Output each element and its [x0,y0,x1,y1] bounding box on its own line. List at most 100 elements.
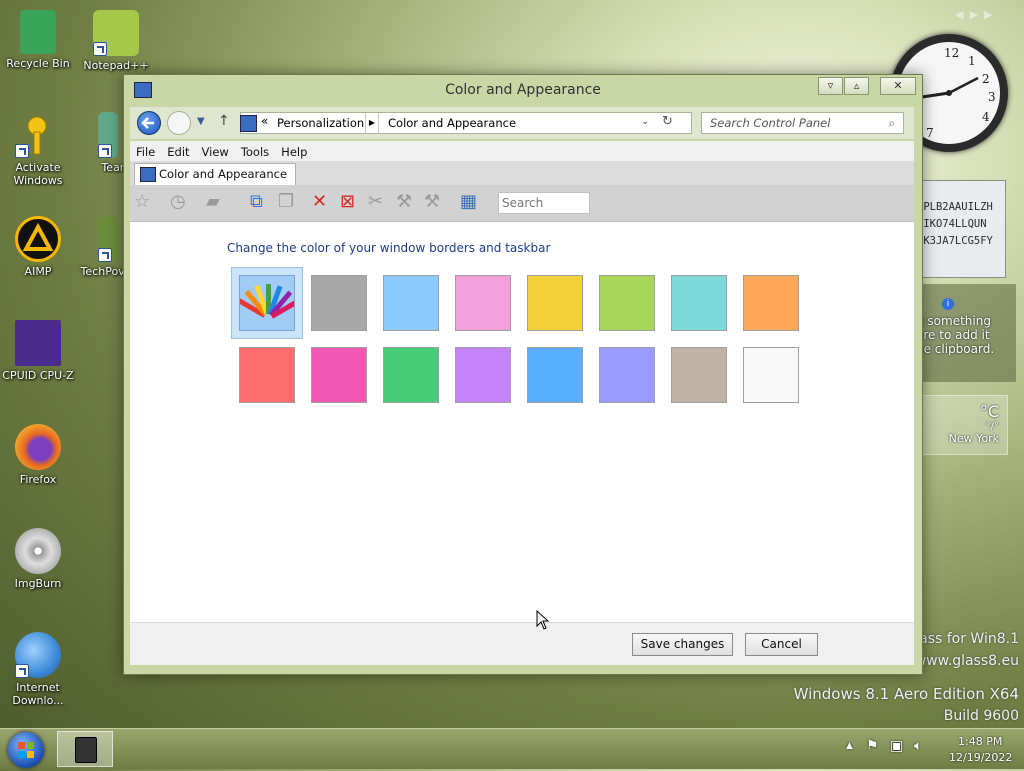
gadget-pager: ◀▶▶ [955,8,998,21]
dialog-footer: Save changes Cancel [130,622,914,665]
clipboard-hint-line: ere to add it [916,328,990,342]
desktop-icon-label: Recycle Bin [6,57,70,70]
color-swatch[interactable] [455,347,511,403]
title-bar[interactable]: Color and Appearance ▿ ▵ ✕ [124,75,922,105]
color-swatch[interactable] [671,275,727,331]
tool-icon[interactable]: ⚒ [424,193,440,211]
refresh-icon[interactable]: ↻ [662,114,673,129]
show-hidden-icons-chevron-icon[interactable]: ▲ [846,741,853,751]
desktop-icon-label: ImgBurn [14,577,62,590]
color-swatch[interactable] [671,347,727,403]
menu-edit[interactable]: Edit [161,141,195,163]
color-swatch[interactable] [455,275,511,331]
maximize-button[interactable]: ▵ [844,77,869,95]
clipboard-gadget[interactable]: RPLB2AAUILZH LIKO74LLQUN 4K3JA7LCG5FY [916,180,1006,278]
history-clock-icon[interactable]: ◷ [170,193,186,211]
breadcrumb-personalization[interactable]: Personalization [277,116,364,130]
duplicate-window-icon[interactable]: ❐ [278,193,294,211]
new-window-icon[interactable]: ⧉ [250,193,263,211]
windows-logo-icon [18,742,34,758]
recent-pages-chevron-icon[interactable]: ▼ [197,116,205,127]
cpu-chip-icon [15,320,61,366]
desktop-icon-internet-download-manager[interactable]: Internet Downlo... [0,632,76,707]
color-swatch[interactable] [311,347,367,403]
favorites-star-icon[interactable]: ☆ [134,193,150,211]
taskbar-item-control-panel[interactable] [57,731,113,767]
search-control-panel-input[interactable]: Search Control Panel ⌕ [701,112,904,134]
action-center-flag-icon[interactable]: ⚑ [866,738,879,754]
folder-view-icon[interactable]: ▰ [206,193,220,211]
color-swatch[interactable] [527,347,583,403]
close-button[interactable]: ✕ [880,77,916,95]
desktop-icon-aimp[interactable]: AIMP [0,216,76,278]
close-tab-icon[interactable]: ✕ [312,193,327,211]
weather-range: °/° [985,421,999,432]
tool-icon[interactable]: ✂ [368,193,383,211]
color-swatch[interactable] [311,275,367,331]
minimize-button[interactable]: ▿ [818,77,843,95]
clock-time[interactable]: 1:48 PM [958,735,1002,748]
brand-line-4: Build 9600 [943,708,1019,724]
gpu-icon [98,216,118,262]
weather-city: New York [948,432,999,445]
cancel-button[interactable]: Cancel [745,633,818,656]
color-swatch-automatic[interactable] [237,275,299,331]
address-overflow[interactable]: « [261,114,268,128]
previous-arrow-icon[interactable]: ◀ [955,8,969,21]
color-swatch[interactable] [743,275,799,331]
breadcrumb-separator-icon[interactable]: ▶ [365,113,379,133]
menu-tools[interactable]: Tools [235,141,275,163]
next-arrow-icon[interactable]: ▶ [969,8,983,21]
up-arrow-icon[interactable]: ↑ [218,113,230,129]
network-icon[interactable]: ▣ [890,738,903,754]
color-and-appearance-window: Color and Appearance ▿ ▵ ✕ ▼ ↑ « Persona… [123,74,923,675]
search-icon: ⌕ [888,116,895,130]
weather-unit: °C [979,402,999,421]
address-dropdown-chevron-icon[interactable]: ⌄ [641,116,649,127]
address-bar-row: ▼ ↑ « Personalization ▶ Color and Appear… [130,107,914,139]
control-panel-tab-icon [140,167,156,182]
clock-date[interactable]: 12/19/2022 [949,751,1012,764]
clipboard-line: 4K3JA7LCG5FY [917,235,993,247]
weather-gadget[interactable]: °C °/° New York [916,395,1008,455]
menu-file[interactable]: File [130,141,161,163]
forward-button[interactable] [167,111,191,135]
clipboard-line: LIKO74LLQUN [917,218,987,230]
desktop-icon-firefox[interactable]: Firefox [0,424,76,486]
color-swatch[interactable] [527,275,583,331]
close-other-tabs-icon[interactable]: ⊠ [340,193,355,211]
shortcut-arrow-icon [15,664,29,678]
breadcrumb-color-and-appearance[interactable]: Color and Appearance [388,116,516,130]
tab-color-and-appearance[interactable]: Color and Appearance [134,163,297,185]
desktop-icon-activate-windows[interactable]: Activate Windows [0,112,76,187]
clipboard-hint: i g something ere to add it he clipboard… [916,284,1016,382]
menu-bar: File Edit View Tools Help [130,141,914,161]
address-field[interactable]: « Personalization ▶ Color and Appearance… [240,112,692,134]
toolbar-search-input[interactable]: Search [498,192,590,214]
color-swatch[interactable] [743,347,799,403]
desktop-icon-label: CPUID CPU-Z [2,369,74,382]
chevron-right-icon[interactable]: ▶ [984,8,998,21]
firefox-icon [15,424,61,470]
brand-line-1: lass for Win8.1 [915,631,1019,647]
desktop-icon-label: Notepad++ [83,59,149,72]
start-button[interactable] [8,732,44,768]
desktop-icon-cpu-z[interactable]: CPUID CPU-Z [0,320,76,382]
layout-grid-icon[interactable]: ▦ [460,193,477,211]
color-swatch[interactable] [383,275,439,331]
back-button[interactable] [137,111,161,135]
tool-icon[interactable]: ⚒ [396,193,412,211]
menu-view[interactable]: View [196,141,235,163]
desktop-icon-imgburn[interactable]: ImgBurn [0,528,76,590]
desktop-icon-recycle-bin[interactable]: Recycle Bin [0,10,76,70]
menu-help[interactable]: Help [275,141,313,163]
save-changes-button[interactable]: Save changes [632,633,733,656]
color-swatch[interactable] [599,275,655,331]
volume-muted-icon[interactable]: 🔈︎ [914,738,922,754]
taskbar: ▲ ⚑ ▣ 🔈︎ 1:48 PM 12/19/2022 [0,728,1024,769]
desktop-icon-notepad[interactable]: Notepad++ [78,10,154,72]
color-swatch[interactable] [239,347,295,403]
clipboard-hint-line: g something [916,314,991,328]
color-swatch[interactable] [599,347,655,403]
color-swatch[interactable] [383,347,439,403]
